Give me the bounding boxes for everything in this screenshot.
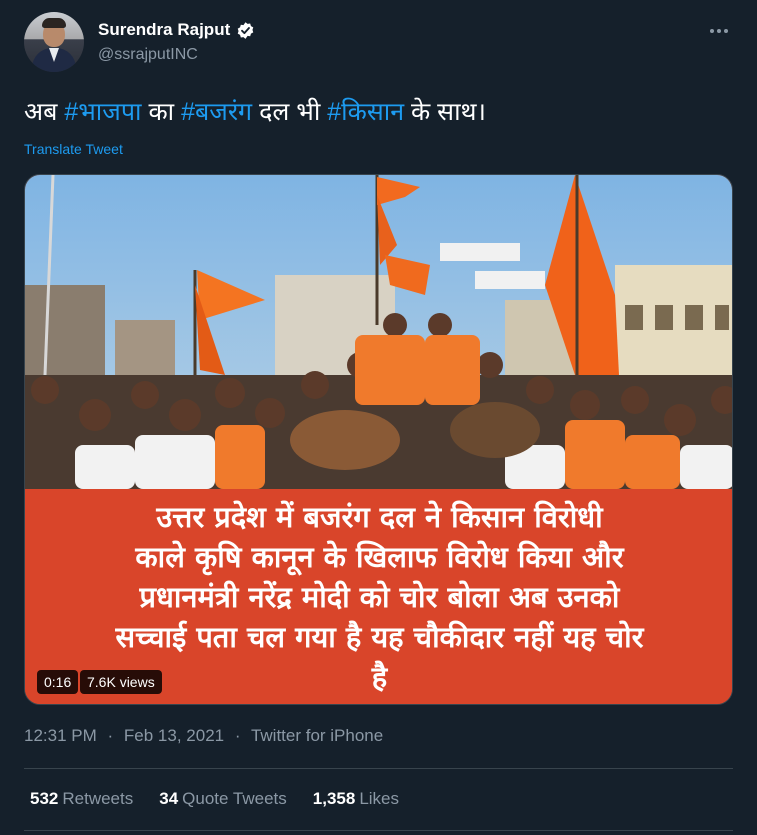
video-player[interactable]: उत्तर प्रदेश में बजरंग दल ने किसान विरोध… [24,174,733,705]
tweet-source[interactable]: Twitter for iPhone [251,726,383,745]
video-duration-badge: 0:16 [37,670,79,694]
tweet-text-segment: दल भी [252,98,328,126]
tweet-header: Surendra Rajput @ssrajputINC [24,12,740,76]
likes-count: 1,358 [312,789,356,808]
translate-tweet-link[interactable]: Translate Tweet [24,141,123,157]
verified-badge-icon [237,21,254,39]
tweet-text-segment: के साथ। [404,98,487,126]
caption-line: काले कृषि कानून के खिलाफ विरोध किया और [135,540,624,574]
tweet-text-segment: का [141,98,182,126]
caption-line: प्रधानमंत्री नरेंद्र मोदी को चोर बोला अब… [139,580,620,614]
video-caption: उत्तर प्रदेश में बजरंग दल ने किसान विरोध… [25,497,732,697]
likes-stat[interactable]: 1,358 Likes [313,789,399,809]
caption-line: उत्तर प्रदेश में बजरंग दल ने किसान विरोध… [156,500,603,534]
meta-separator: · [107,726,114,745]
author-name-row[interactable]: Surendra Rajput [98,20,255,40]
hashtag-link[interactable]: #भाजपा [64,98,141,126]
tweet-meta: 12:31 PM · Feb 13, 2021 · Twitter for iP… [24,726,383,746]
quotes-count: 34 [159,789,179,808]
meta-separator: · [234,726,241,745]
retweets-stat[interactable]: 532 Retweets [30,789,133,809]
tweet-stats: 532 Retweets 34 Quote Tweets 1,358 Likes [30,789,399,809]
tweet-time[interactable]: 12:31 PM [24,726,97,745]
tweet-text-segment: अब [24,98,65,126]
retweets-label: Retweets [62,789,134,808]
author-display-name[interactable]: Surendra Rajput [98,20,230,40]
likes-label: Likes [359,789,399,808]
author-handle[interactable]: @ssrajputINC [98,46,198,64]
caption-line: सच्चाई पता चल गया है यह चौकीदार नहीं यह … [115,620,644,654]
tweet-text: अब #भाजपा का #बजरंग दल भी #किसान के साथ। [24,94,740,130]
retweets-count: 532 [30,789,59,808]
avatar[interactable] [24,12,84,72]
tweet-date[interactable]: Feb 13, 2021 [124,726,224,745]
more-options-icon[interactable] [704,20,734,42]
divider [24,768,733,769]
hashtag-link[interactable]: #किसान [327,98,404,126]
quotes-label: Quote Tweets [182,789,287,808]
video-views-badge: 7.6K views [80,670,162,694]
hashtag-link[interactable]: #बजरंग [181,98,252,126]
tweet-detail: Surendra Rajput @ssrajputINC अब #भाजपा क… [0,0,757,835]
divider [24,830,733,831]
video-frame [25,175,732,489]
quote-tweets-stat[interactable]: 34 Quote Tweets [159,789,287,809]
